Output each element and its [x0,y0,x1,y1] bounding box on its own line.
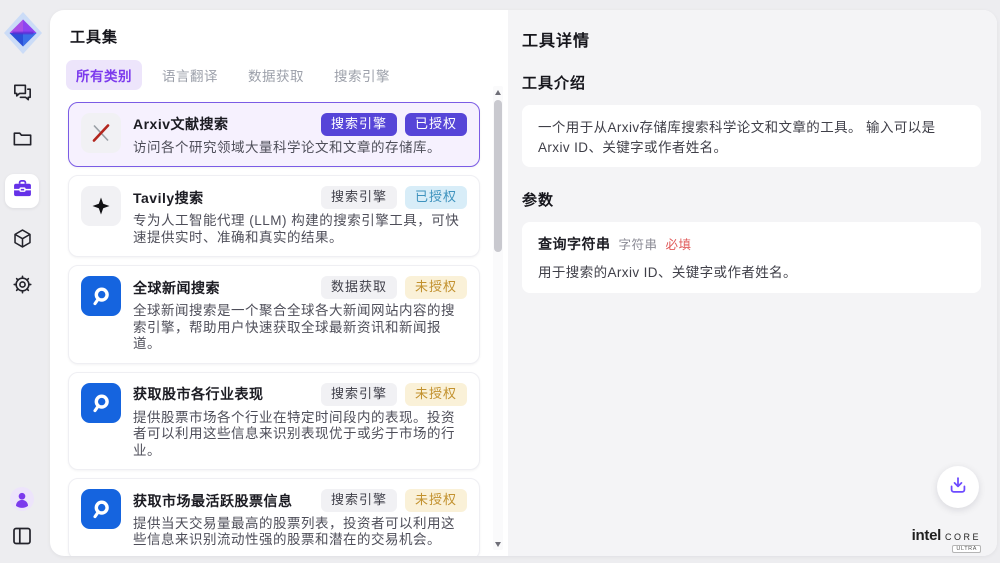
tool-auth-badge: 未授权 [405,276,467,299]
toolbox-icon [11,177,34,205]
tool-name: Arxiv文献搜索 [133,114,313,134]
tool-list-item[interactable]: 获取股市各行业表现 搜索引擎 未授权 提供股票市场各个行业在特定时间段内的表现。… [68,372,480,470]
sidebar-nav [0,82,44,300]
tool-description: 访问各个研究领域大量科学论文和文章的存储库。 [133,140,463,157]
tool-description: 提供股票市场各个行业在特定时间段内的表现。投资者可以利用这些信息来识别表现优于或… [133,410,463,460]
tab-search-engine[interactable]: 搜索引擎 [324,60,400,90]
tool-details-panel: 工具详情 工具介绍 一个用于从Arxiv存储库搜索科学论文和文章的工具。 输入可… [508,10,997,556]
download-button[interactable] [937,466,979,508]
sidebar-item-folder[interactable] [9,128,35,154]
intel-core-logo: intel core ULTRA [912,527,981,544]
sidebar [0,0,50,563]
page-title: 工具集 [70,26,508,47]
scroll-down-button[interactable] [493,538,503,550]
app-window: 工具集 所有类别语言翻译数据获取搜索引擎 Arxiv文献搜索 搜索引擎 已授权 … [0,0,1000,563]
scroll-thumb[interactable] [494,100,502,252]
tool-list: Arxiv文献搜索 搜索引擎 已授权 访问各个研究领域大量科学论文和文章的存储库… [66,100,508,556]
tool-title-row: 获取股市各行业表现 搜索引擎 未授权 [133,383,467,406]
tool-list-item[interactable]: Arxiv文献搜索 搜索引擎 已授权 访问各个研究领域大量科学论文和文章的存储库… [68,102,480,167]
param-row: 查询字符串 字符串 必填 [538,234,965,254]
param-required-badge: 必填 [666,234,692,253]
param-name: 查询字符串 [538,234,611,254]
tool-auth-badge: 已授权 [405,186,467,209]
tool-category-badge: 搜索引擎 [321,113,397,136]
sidebar-item-profile[interactable] [9,488,35,514]
gear-icon [11,273,34,301]
chat-icon [11,81,34,109]
tool-description: 全球新闻搜索是一个聚合全球各大新闻网站内容的搜索引擎，帮助用户快速获取全球最新资… [133,303,463,353]
scroll-up-button[interactable] [493,86,503,98]
tool-body: Arxiv文献搜索 搜索引擎 已授权 访问各个研究领域大量科学论文和文章的存储库… [133,113,467,156]
diamond-logo-icon [3,11,43,55]
tab-data-fetch[interactable]: 数据获取 [238,60,314,90]
user-avatar-icon [10,487,34,516]
tool-title-row: 全球新闻搜索 数据获取 未授权 [133,276,467,299]
collapse-panel-icon [10,524,34,553]
main-panel: 工具集 所有类别语言翻译数据获取搜索引擎 Arxiv文献搜索 搜索引擎 已授权 … [50,10,997,556]
ultra-badge: ULTRA [952,545,981,553]
tool-body: 全球新闻搜索 数据获取 未授权 全球新闻搜索是一个聚合全球各大新闻网站内容的搜索… [133,276,467,352]
tool-category-badge: 搜索引擎 [321,489,397,512]
arxiv-x-icon [81,113,121,153]
q-logo-icon [81,276,121,316]
sidebar-item-toolbox[interactable] [5,174,39,208]
tool-list-panel: 工具集 所有类别语言翻译数据获取搜索引擎 Arxiv文献搜索 搜索引擎 已授权 … [50,10,508,556]
params-heading: 参数 [522,189,981,210]
folder-icon [11,127,34,155]
tool-category-badge: 数据获取 [321,276,397,299]
param-card: 查询字符串 字符串 必填 用于搜索的Arxiv ID、关键字或作者姓名。 [522,222,981,293]
tool-name: 获取股市各行业表现 [133,384,313,404]
cube-icon [11,227,34,255]
download-icon [947,474,969,501]
four-point-star-icon [81,186,121,226]
tool-auth-badge: 未授权 [405,489,467,512]
tool-description: 提供当天交易量最高的股票列表，投资者可以利用这些信息来识别流动性强的股票和潜在的… [133,516,463,549]
tool-list-item[interactable]: 全球新闻搜索 数据获取 未授权 全球新闻搜索是一个聚合全球各大新闻网站内容的搜索… [68,265,480,363]
intro-card: 一个用于从Arxiv存储库搜索科学论文和文章的工具。 输入可以是Arxiv ID… [522,105,981,167]
triangle-down-icon [495,542,501,547]
tool-name: 全球新闻搜索 [133,278,313,298]
category-tabs: 所有类别语言翻译数据获取搜索引擎 [66,60,508,90]
tool-title-row: Arxiv文献搜索 搜索引擎 已授权 [133,113,467,136]
tool-title-row: Tavily搜索 搜索引擎 已授权 [133,186,467,209]
core-brand-text: core [945,528,981,543]
triangle-up-icon [495,90,501,95]
intro-heading: 工具介绍 [522,72,981,93]
tool-list-item[interactable]: 获取市场最活跃股票信息 搜索引擎 未授权 提供当天交易量最高的股票列表，投资者可… [68,478,480,556]
tool-body: 获取股市各行业表现 搜索引擎 未授权 提供股票市场各个行业在特定时间段内的表现。… [133,383,467,459]
tool-title-row: 获取市场最活跃股票信息 搜索引擎 未授权 [133,489,467,512]
details-title: 工具详情 [522,27,981,51]
sidebar-item-cube[interactable] [9,228,35,254]
tool-auth-badge: 已授权 [405,113,467,136]
param-description: 用于搜索的Arxiv ID、关键字或作者姓名。 [538,261,965,281]
tool-name: Tavily搜索 [133,188,313,208]
tool-list-item[interactable]: Tavily搜索 搜索引擎 已授权 专为人工智能代理 (LLM) 构建的搜索引擎… [68,175,480,257]
tool-description: 专为人工智能代理 (LLM) 构建的搜索引擎工具，可快速提供实时、准确和真实的结… [133,213,463,246]
sidebar-item-settings[interactable] [9,274,35,300]
tool-name: 获取市场最活跃股票信息 [133,491,313,511]
tool-body: 获取市场最活跃股票信息 搜索引擎 未授权 提供当天交易量最高的股票列表，投资者可… [133,489,467,549]
tool-body: Tavily搜索 搜索引擎 已授权 专为人工智能代理 (LLM) 构建的搜索引擎… [133,186,467,246]
tool-category-badge: 搜索引擎 [321,383,397,406]
sidebar-bottom [0,488,44,551]
q-logo-icon [81,489,121,529]
tool-auth-badge: 未授权 [405,383,467,406]
sidebar-item-chat[interactable] [9,82,35,108]
tab-all-categories[interactable]: 所有类别 [66,60,142,90]
tool-category-badge: 搜索引擎 [321,186,397,209]
param-type: 字符串 [619,234,658,253]
q-logo-icon [81,383,121,423]
sidebar-item-collapse[interactable] [9,525,35,551]
list-scrollbar[interactable] [493,86,503,550]
tab-language-translation[interactable]: 语言翻译 [152,60,228,90]
intel-brand-text: intel [912,527,941,544]
